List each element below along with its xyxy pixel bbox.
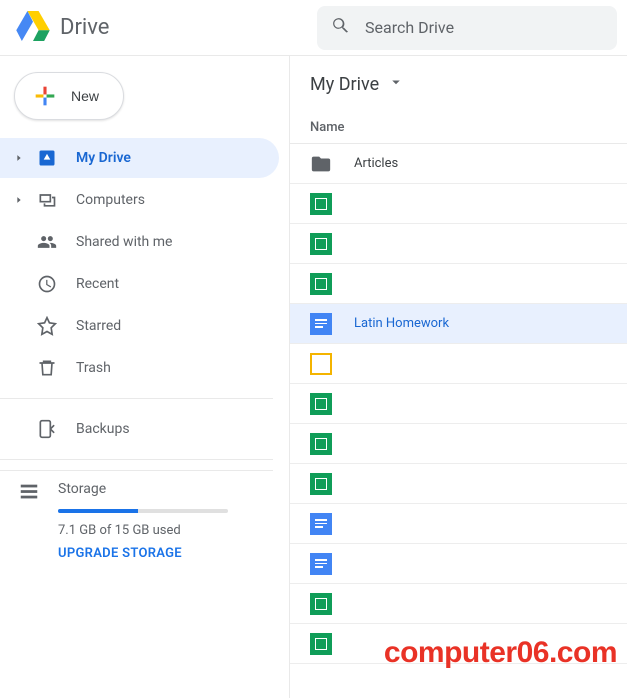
divider [0,459,273,460]
new-button[interactable]: New [14,72,124,120]
nav-icon [36,315,58,337]
file-name: Articles [354,156,398,171]
sidebar: New My Drive Computers Shared with me Recen… [0,56,290,698]
chevron-right-icon [10,195,28,205]
sidebar-item-starred[interactable]: Starred [0,306,279,346]
nav-icon [36,147,58,169]
file-row[interactable] [290,184,627,224]
sidebar-item-my-drive[interactable]: My Drive [0,138,279,178]
sheets-icon [310,633,332,655]
file-row[interactable]: Latin Homework [290,304,627,344]
storage-bar-fill [58,509,138,513]
file-name: Latin Homework [354,316,449,331]
docs-icon [310,513,332,535]
sidebar-item-recent[interactable]: Recent [0,264,279,304]
storage-label: Storage [58,481,228,497]
file-row[interactable] [290,424,627,464]
file-row[interactable] [290,544,627,584]
file-list: Articles Latin Homework [290,144,627,664]
dropdown-caret-icon [387,73,405,96]
slides-icon [310,353,332,375]
nav-icon [36,231,58,253]
upgrade-storage-link[interactable]: UPGRADE STORAGE [58,546,228,561]
nav-icon [36,189,58,211]
plus-icon [31,82,59,110]
sidebar-item-computers[interactable]: Computers [0,180,279,220]
chevron-right-icon [10,153,28,163]
sidebar-item-label: Recent [76,276,119,292]
breadcrumb-label: My Drive [310,74,379,95]
nav-icon [36,273,58,295]
sheets-icon [310,473,332,495]
sheets-icon [310,273,332,295]
column-header-name[interactable]: Name [290,112,627,144]
sheets-icon [310,193,332,215]
app-title: Drive [60,15,109,40]
storage-icon [18,481,40,503]
file-row[interactable] [290,344,627,384]
sidebar-item-label: Shared with me [76,234,172,250]
sidebar-item-label: Starred [76,318,121,334]
file-row[interactable] [290,464,627,504]
breadcrumb-my-drive[interactable]: My Drive [290,56,627,112]
divider [0,398,273,399]
docs-icon [310,313,332,335]
file-row[interactable]: Articles [290,144,627,184]
sidebar-item-label: My Drive [76,150,131,166]
sidebar-item-trash[interactable]: Trash [0,348,279,388]
sidebar-item-shared-with-me[interactable]: Shared with me [0,222,279,262]
storage-used-text: 7.1 GB of 15 GB used [58,523,228,538]
file-row[interactable] [290,584,627,624]
header: Drive Search Drive [0,0,627,56]
file-row[interactable] [290,384,627,424]
watermark: computer06.com [384,636,617,670]
folder-icon [310,153,332,175]
main-pane: My Drive Name Articles Latin Homework com… [290,56,627,698]
new-button-label: New [71,88,99,104]
logo[interactable]: Drive [16,11,109,45]
sheets-icon [310,593,332,615]
sheets-icon [310,393,332,415]
drive-logo-icon [16,11,50,45]
sheets-icon [310,233,332,255]
file-row[interactable] [290,264,627,304]
divider [0,470,273,471]
docs-icon [310,553,332,575]
sheets-icon [310,433,332,455]
sidebar-item-backups[interactable]: Backups [0,409,279,449]
search-icon [331,16,365,40]
file-row[interactable] [290,504,627,544]
storage-bar [58,509,228,513]
file-row[interactable] [290,224,627,264]
nav-icon [36,357,58,379]
nav-icon [36,418,58,440]
sidebar-item-label: Computers [76,192,145,208]
search-bar[interactable]: Search Drive [317,6,617,50]
search-placeholder: Search Drive [365,18,454,37]
sidebar-item-label: Trash [76,360,111,376]
sidebar-item-label: Backups [76,421,130,437]
